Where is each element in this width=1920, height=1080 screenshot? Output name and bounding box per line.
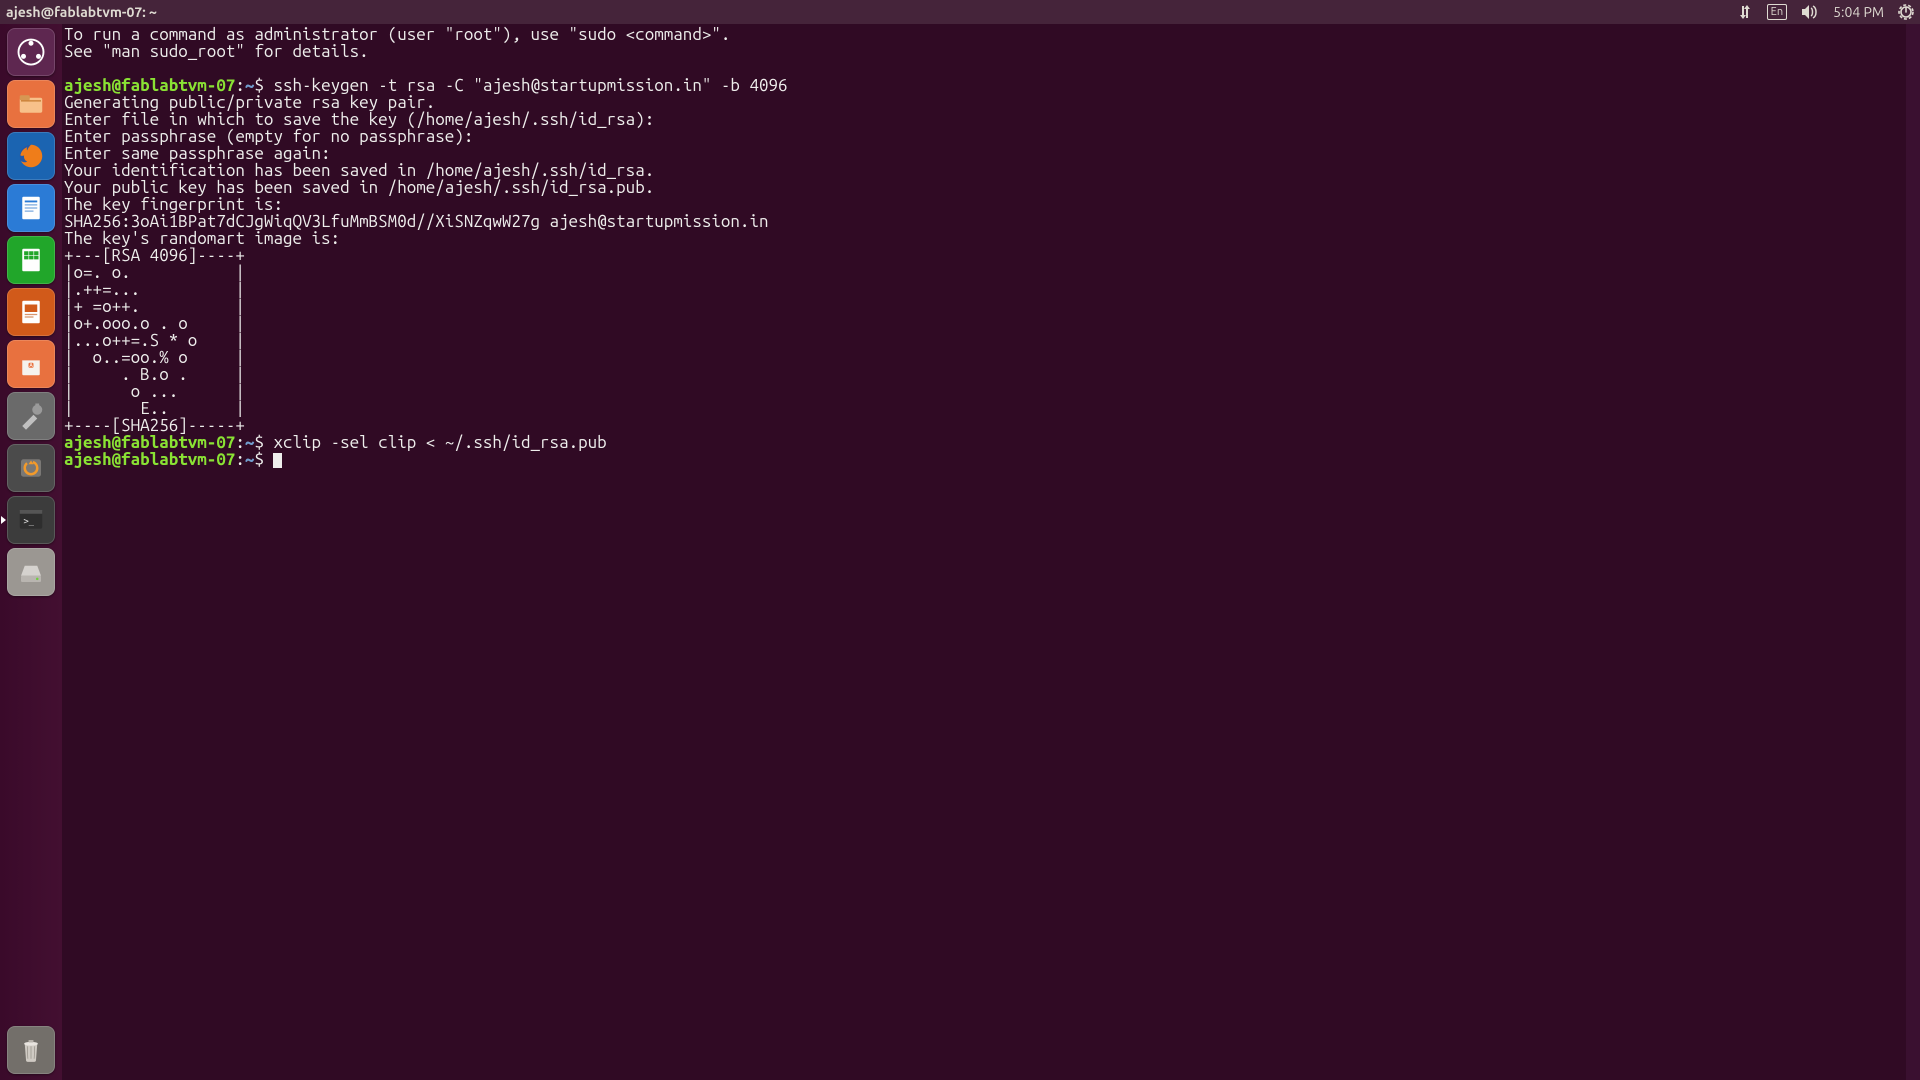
launcher-settings[interactable]: [7, 392, 55, 440]
window-title: ajesh@fablabtvm-07: ~: [6, 0, 157, 24]
session-icon[interactable]: [1898, 4, 1914, 20]
terminal-window[interactable]: To run a command as administrator (user …: [62, 24, 1920, 1080]
terminal-output[interactable]: To run a command as administrator (user …: [62, 24, 1920, 471]
launcher-updater[interactable]: [7, 444, 55, 492]
unity-launcher: A >_: [0, 24, 62, 1080]
svg-text:>_: >_: [24, 517, 35, 527]
launcher-dash[interactable]: [7, 28, 55, 76]
launcher-writer[interactable]: [7, 184, 55, 232]
top-menubar: ajesh@fablabtvm-07: ~ En 5:04 PM: [0, 0, 1920, 24]
network-icon[interactable]: [1737, 4, 1753, 20]
launcher-files[interactable]: [7, 80, 55, 128]
launcher-trash[interactable]: [7, 1026, 55, 1074]
volume-icon[interactable]: [1801, 4, 1819, 20]
launcher-impress[interactable]: [7, 288, 55, 336]
launcher-calc[interactable]: [7, 236, 55, 284]
launcher-firefox[interactable]: [7, 132, 55, 180]
terminal-scrollbar[interactable]: [1906, 24, 1920, 1080]
clock[interactable]: 5:04 PM: [1833, 0, 1884, 24]
terminal-cursor: [273, 453, 282, 468]
launcher-software[interactable]: A: [7, 340, 55, 388]
keyboard-indicator[interactable]: En: [1767, 4, 1787, 20]
launcher-terminal[interactable]: >_: [7, 496, 55, 544]
launcher-drive[interactable]: [7, 548, 55, 596]
